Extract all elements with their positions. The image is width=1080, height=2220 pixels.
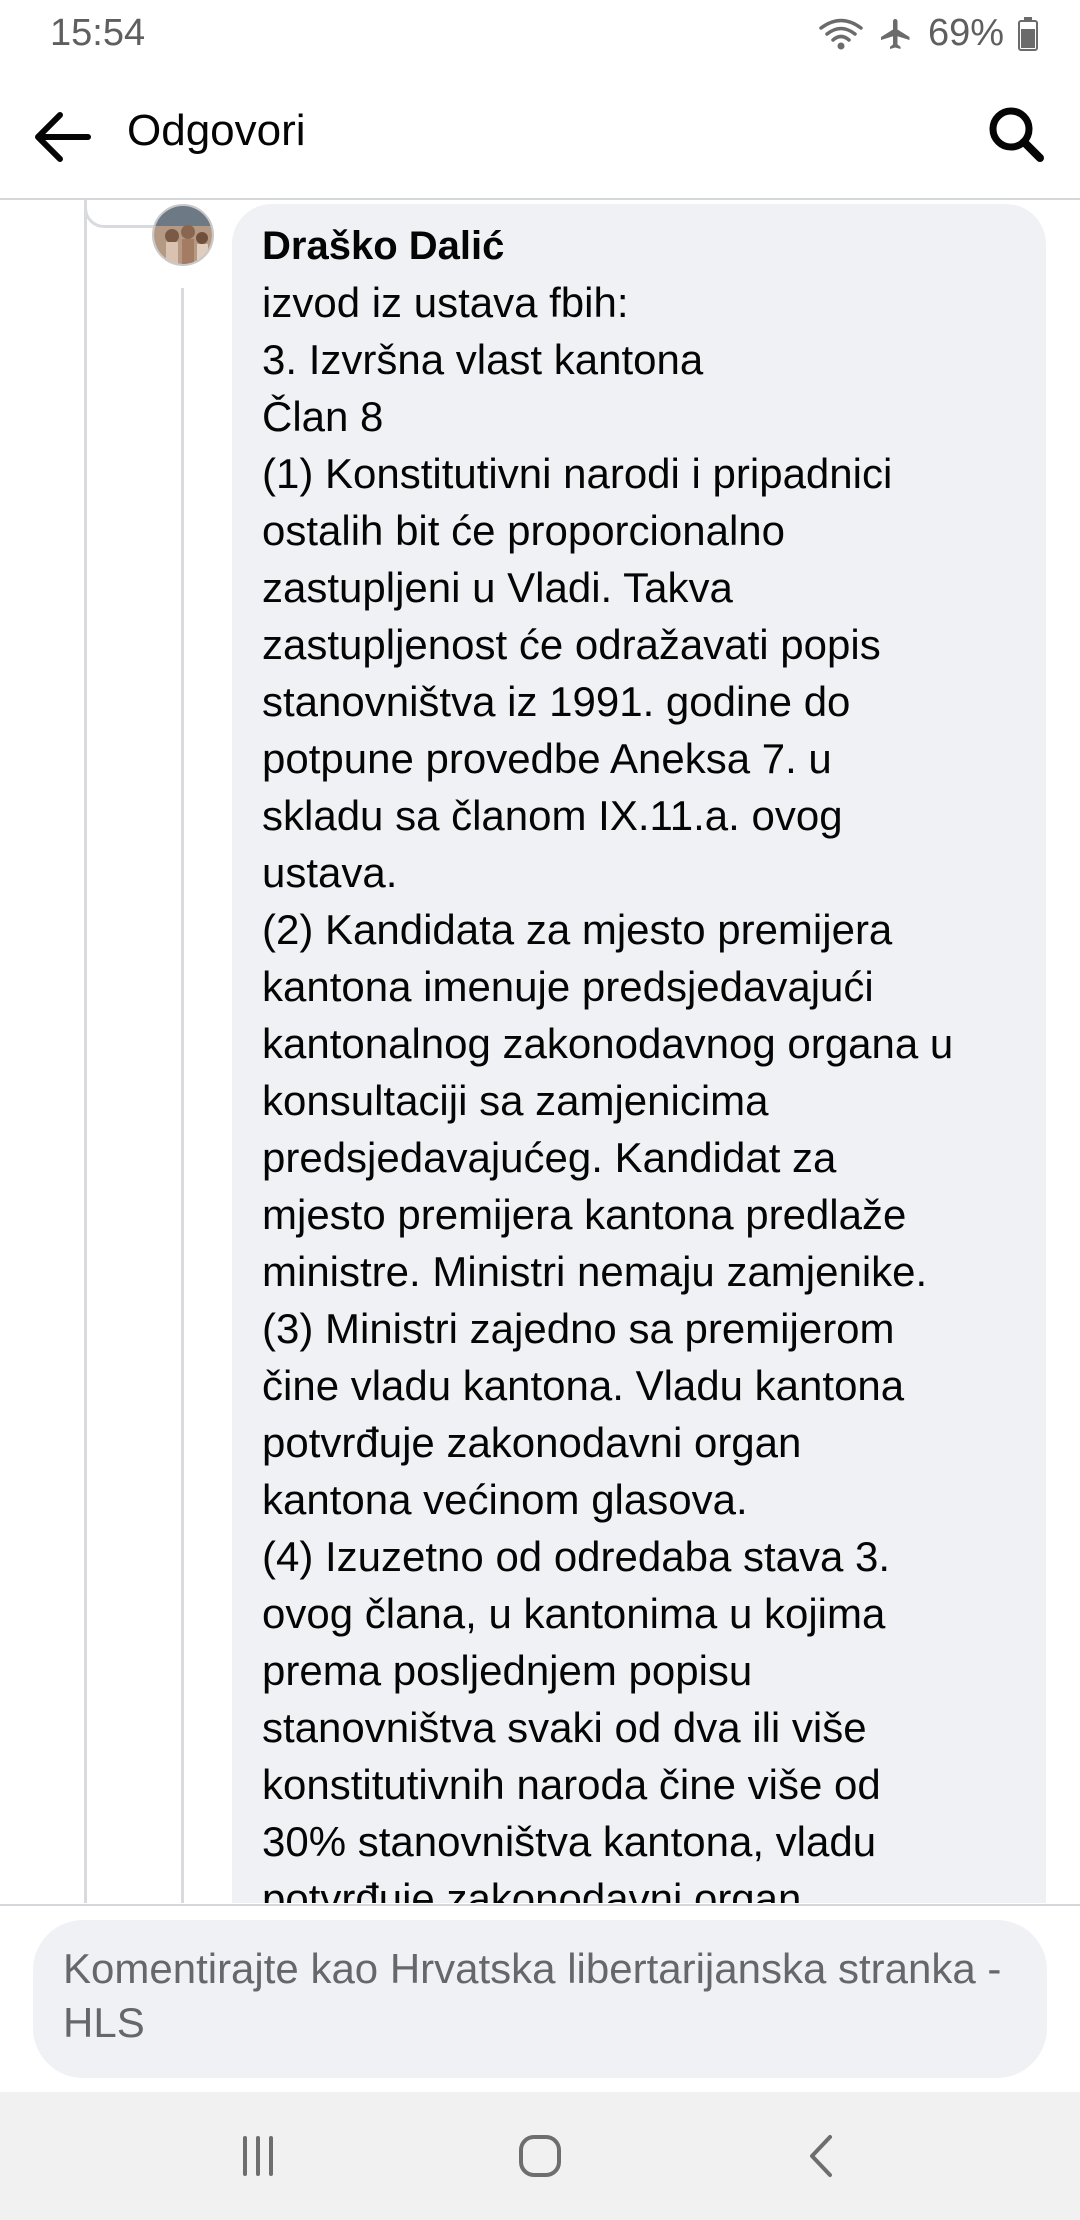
comment-line: kantona imenuje predsjedavajući (262, 963, 874, 1010)
comment-line: zastupljenost će odražavati popis (262, 621, 881, 668)
comment-line: ovog člana, u kantonima u kojima (262, 1590, 886, 1637)
comment-line: 30% stanovništva kantona, vladu (262, 1818, 877, 1865)
comment-line: kantona većinom glasova. (262, 1476, 748, 1523)
comment-line: ministre. Ministri nemaju zamjenike. (262, 1248, 928, 1295)
airplane-icon (878, 16, 914, 52)
battery-icon (1018, 16, 1038, 51)
comment-bubble[interactable]: Draško Dalić izvod iz ustava fbih: 3. Iz… (232, 204, 1046, 1903)
comment-line: kantonalnog zakonodavnog organa u (262, 1020, 954, 1067)
page-title: Odgovori (127, 106, 306, 155)
comment-line: (3) Ministri zajedno sa premijerom (262, 1305, 895, 1352)
comment-line: konstitutivnih naroda čine više od (262, 1761, 881, 1808)
comment-line: mjesto premijera kantona predlaže (262, 1191, 907, 1238)
status-bar: 15:54 69% (0, 0, 1080, 66)
comment-line: Član 8 (262, 393, 384, 440)
comment-line: stanovništva svaki od dva ili više (262, 1704, 867, 1751)
reply-thread: Draško Dalić izvod iz ustava fbih: 3. Iz… (0, 200, 1080, 1903)
app-bar: Odgovori (0, 66, 1080, 200)
status-time: 15:54 (50, 12, 146, 54)
wifi-icon (818, 17, 864, 51)
comment-line: (2) Kandidata za mjesto premijera (262, 906, 893, 953)
comment-composer: Komentirajte kao Hrvatska libertarijansk… (0, 1904, 1080, 2094)
home-button[interactable] (510, 2126, 570, 2186)
comment-line: stanovništva iz 1991. godine do (262, 678, 851, 725)
comment-line: konsultaciji sa zamjenicima (262, 1077, 769, 1124)
thread-line (181, 288, 184, 1903)
back-button[interactable] (30, 104, 96, 170)
search-button[interactable] (984, 102, 1048, 166)
back-arrow-icon (35, 112, 91, 162)
thread-line (84, 200, 87, 1903)
comment-line: ostalih bit će proporcionalno (262, 507, 785, 554)
thread-connector (84, 200, 154, 228)
comment-line: (4) Izuzetno od odredaba stava 3. (262, 1533, 891, 1580)
comment-line: 3. Izvršna vlast kantona (262, 336, 704, 383)
comment-line: izvod iz ustava fbih: (262, 279, 629, 326)
comment-line: prema posljednjem popisu (262, 1647, 753, 1694)
comment-input[interactable]: Komentirajte kao Hrvatska libertarijansk… (33, 1920, 1047, 2078)
home-icon (519, 2135, 561, 2177)
comment-line: čine vladu kantona. Vladu kantona (262, 1362, 905, 1409)
recent-apps-icon (243, 2136, 273, 2176)
search-icon (989, 107, 1044, 162)
comment-line: potpune provedbe Aneksa 7. u (262, 735, 832, 782)
comment-line: predsjedavajućeg. Kandidat za (262, 1134, 837, 1181)
comment-line: potvrđuje zakonodavni organ (262, 1419, 802, 1466)
battery-label: 69% (927, 12, 1004, 54)
comment-line: ustava. (262, 849, 398, 896)
comment-line: zastupljeni u Vladi. Takva (262, 564, 733, 611)
comment-line: skladu sa članom IX.11.a. ovog (262, 792, 843, 839)
status-icons: 69% (818, 12, 1038, 55)
back-icon (810, 2135, 832, 2177)
avatar[interactable] (152, 204, 214, 266)
comment-line: potvrđuje zakonodavni organ (262, 1875, 802, 1903)
comment-line: (1) Konstitutivni narodi i pripadnici (262, 450, 893, 497)
system-back-button[interactable] (792, 2126, 852, 2186)
system-nav-bar (0, 2092, 1080, 2220)
recent-apps-button[interactable] (228, 2126, 288, 2186)
comment-author[interactable]: Draško Dalić (262, 218, 1026, 274)
comment-text: izvod iz ustava fbih: 3. Izvršna vlast k… (262, 274, 1026, 1903)
